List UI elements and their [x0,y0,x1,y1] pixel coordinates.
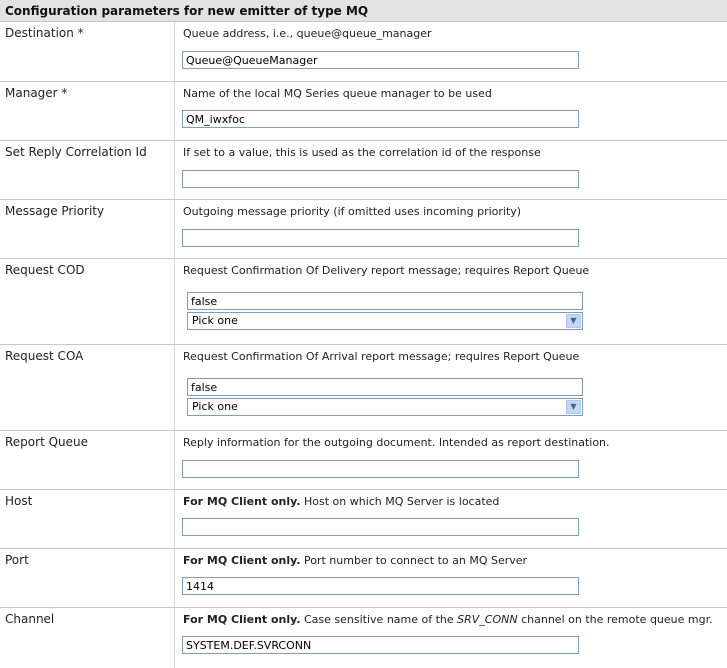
row-report-queue: Report Queue Reply information for the o… [0,431,727,490]
host-description-text: Host on which MQ Server is located [300,495,500,508]
column-divider [174,549,175,607]
chevron-down-icon[interactable]: ▼ [566,314,581,328]
column-divider [174,490,175,548]
priority-description: Outgoing message priority (if omitted us… [183,205,522,218]
coa-label: Request COA [5,349,84,363]
column-divider [174,431,175,489]
port-label: Port [5,553,29,567]
row-cod: Request COD Request Confirmation Of Deli… [0,259,727,345]
destination-description: Queue address, i.e., queue@queue_manager [183,27,432,40]
reply-correlation-description: If set to a value, this is used as the c… [183,146,541,159]
channel-description-pre: Case sensitive name of the [300,613,458,626]
priority-input[interactable] [182,229,579,247]
channel-description: For MQ Client only. Case sensitive name … [183,613,713,626]
channel-type-name: SRV_CONN [457,613,518,626]
priority-label: Message Priority [5,204,105,218]
column-divider [174,200,175,258]
row-destination: Destination * Queue address, i.e., queue… [0,22,727,82]
cod-input[interactable] [187,292,583,310]
column-divider [174,82,175,140]
column-divider [174,141,175,199]
port-description: For MQ Client only. Port number to conne… [183,554,527,567]
row-manager: Manager * Name of the local MQ Series qu… [0,82,727,141]
destination-input[interactable] [182,51,579,69]
config-header: Configuration parameters for new emitter… [0,0,727,22]
cod-select-value: Pick one [192,314,238,327]
chevron-down-icon[interactable]: ▼ [566,400,581,414]
coa-select[interactable]: Pick one ▼ [187,398,583,416]
column-divider [174,259,175,344]
row-reply-correlation: Set Reply Correlation Id If set to a val… [0,141,727,200]
row-priority: Message Priority Outgoing message priori… [0,200,727,259]
mq-client-note: For MQ Client only. [183,554,301,567]
channel-label: Channel [5,612,55,626]
coa-select-value: Pick one [192,400,238,413]
host-description: For MQ Client only. Host on which MQ Ser… [183,495,499,508]
coa-input[interactable] [187,378,583,396]
mq-client-note: For MQ Client only. [183,495,301,508]
port-description-text: Port number to connect to an MQ Server [300,554,528,567]
reply-correlation-label: Set Reply Correlation Id [5,145,147,159]
row-channel: Channel For MQ Client only. Case sensiti… [0,608,727,668]
channel-input[interactable] [182,636,579,654]
host-input[interactable] [182,518,579,536]
row-coa: Request COA Request Confirmation Of Arri… [0,345,727,431]
report-queue-description: Reply information for the outgoing docum… [183,436,610,449]
mq-client-note: For MQ Client only. [183,613,301,626]
report-queue-input[interactable] [182,460,579,478]
channel-description-post: channel on the remote queue mgr. [517,613,713,626]
column-divider [174,608,175,668]
manager-label: Manager * [5,86,68,100]
report-queue-label: Report Queue [5,435,89,449]
row-host: Host For MQ Client only. Host on which M… [0,490,727,549]
cod-select[interactable]: Pick one ▼ [187,312,583,330]
coa-description: Request Confirmation Of Arrival report m… [183,350,580,363]
reply-correlation-input[interactable] [182,170,579,188]
manager-input[interactable] [182,110,579,128]
cod-label: Request COD [5,263,85,277]
column-divider [174,22,175,81]
port-input[interactable] [182,577,579,595]
cod-description: Request Confirmation Of Delivery report … [183,264,590,277]
host-label: Host [5,494,33,508]
column-divider [174,345,175,430]
row-port: Port For MQ Client only. Port number to … [0,549,727,608]
manager-description: Name of the local MQ Series queue manage… [183,87,492,100]
destination-label: Destination * [5,26,84,40]
